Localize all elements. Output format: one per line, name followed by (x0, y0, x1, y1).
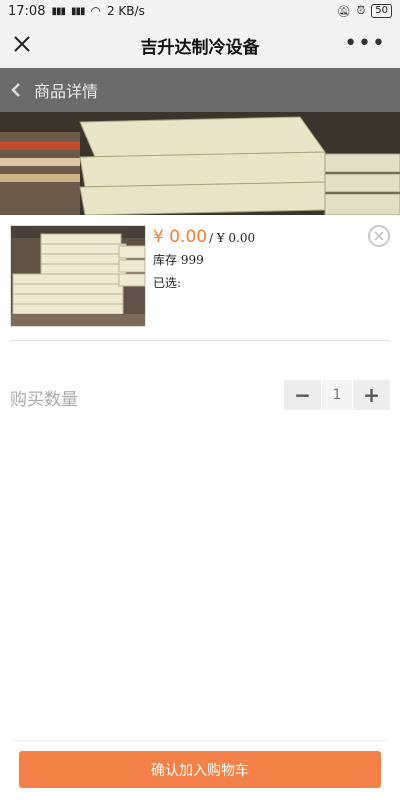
price-current: ¥ 0.00 (153, 227, 208, 247)
product-thumbnail (10, 225, 146, 327)
sku-sheet: ¥ 0.00 / ¥ 0.00 库存 999 已选: 购买数量 − 1 + 确认… (0, 215, 400, 800)
stock-text: 库存 999 (153, 253, 204, 267)
page-background: 商品详情 (0, 68, 400, 215)
page-header-title: 商品详情 (34, 82, 99, 101)
quantity-value[interactable]: 1 (322, 380, 352, 410)
nav-bar: 吉升达制冷设备 ••• (0, 22, 400, 68)
status-time: 17:08 (8, 3, 46, 19)
status-bar: 17:08 ▮▮▮ ▮▮▮ ◠ 2 KB/s 🔕︎ ⏰︎ 50 (0, 0, 400, 22)
status-right: 🔕︎ ⏰︎ 50 (337, 4, 392, 18)
close-sheet-icon[interactable] (368, 225, 390, 247)
page-header: 商品详情 (0, 68, 400, 112)
network-speed: 2 KB/s (106, 4, 145, 18)
increase-button[interactable]: + (353, 380, 390, 410)
alarm-icon: ⏰︎ (356, 4, 366, 17)
nav-title: 吉升达制冷设备 (140, 37, 260, 58)
wifi-icon: ◠ (90, 4, 101, 18)
more-menu-icon[interactable]: ••• (344, 32, 386, 56)
signal-icon-2: ▮▮▮ (70, 5, 85, 17)
battery-icon: 50 (371, 4, 392, 18)
divider (10, 340, 390, 341)
confirm-add-to-cart-button[interactable]: 确认加入购物车 (19, 751, 381, 788)
price-original: / ¥ 0.00 (209, 231, 256, 245)
close-icon[interactable] (10, 32, 34, 56)
decrease-button[interactable]: − (284, 380, 321, 410)
price-row: ¥ 0.00 / ¥ 0.00 (153, 227, 255, 247)
banner-image (0, 112, 400, 215)
back-arrow-icon[interactable] (8, 82, 24, 98)
status-left: 17:08 ▮▮▮ ▮▮▮ ◠ 2 KB/s (8, 4, 145, 19)
mute-icon: 🔕︎ (336, 4, 351, 18)
quantity-label: 购买数量 (10, 390, 78, 410)
bottom-divider (14, 740, 386, 741)
signal-icon: ▮▮▮ (51, 5, 65, 17)
selected-text: 已选: (153, 276, 182, 290)
quantity-stepper: − 1 + (284, 380, 390, 410)
